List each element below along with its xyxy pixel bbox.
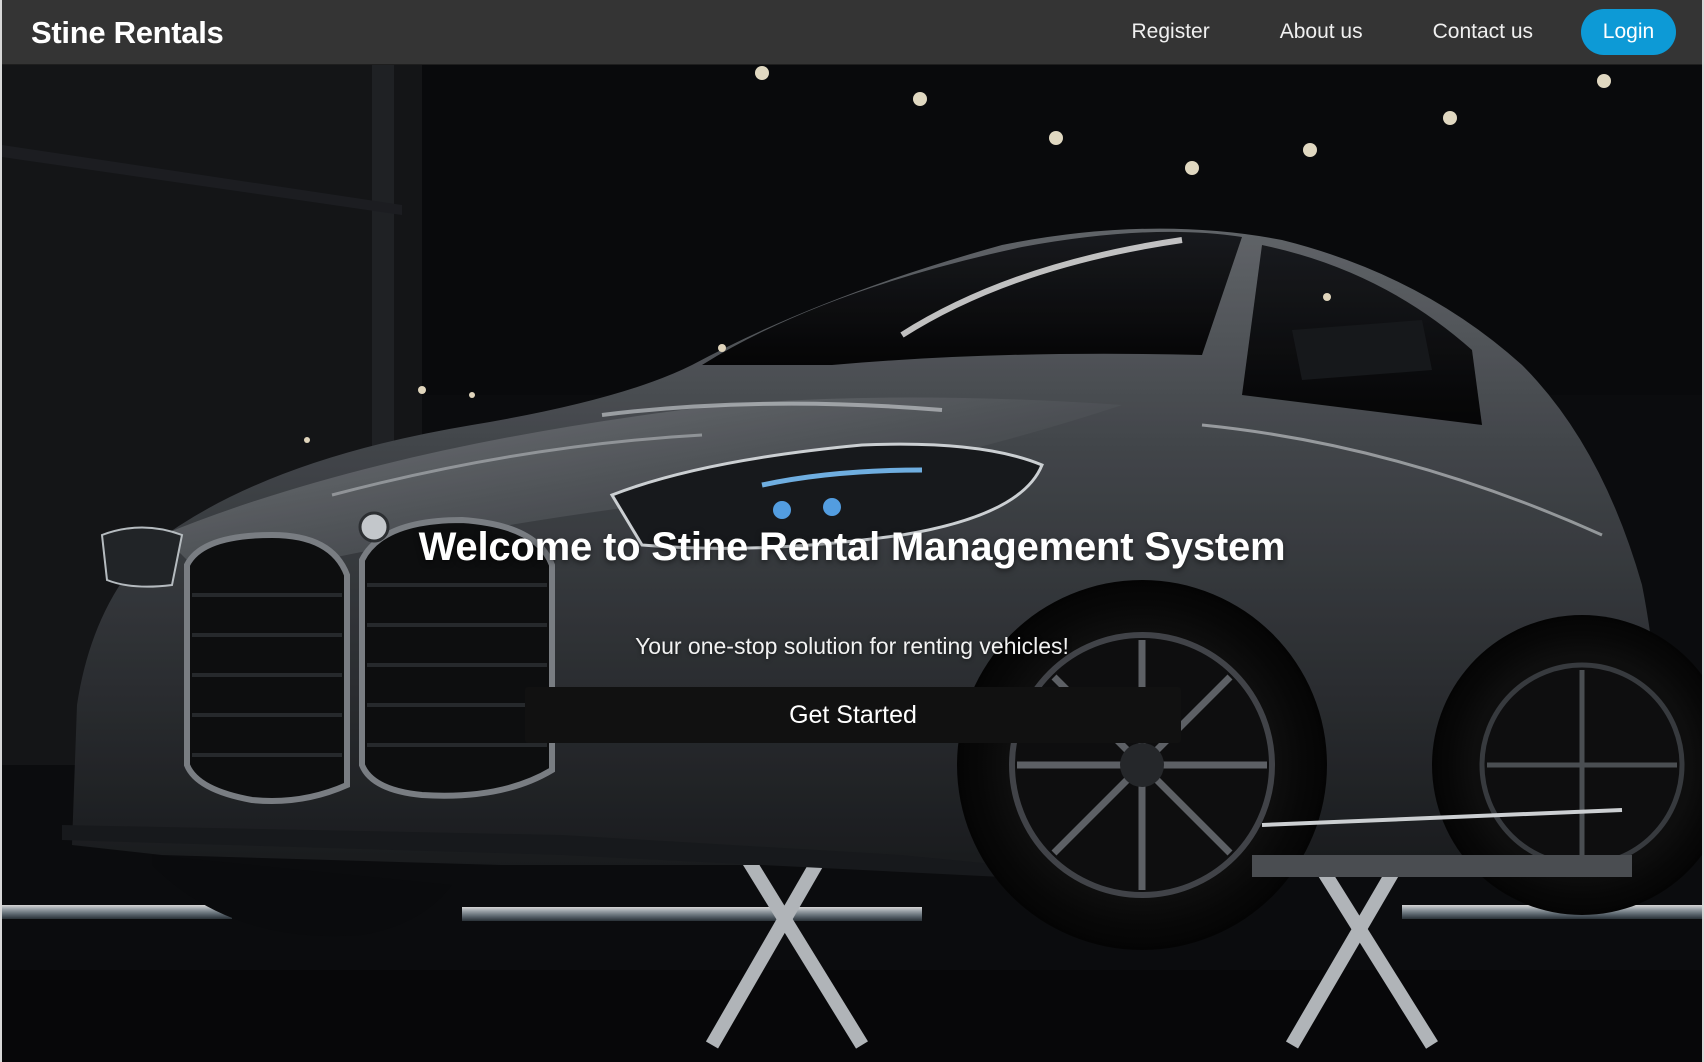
- nav-link-contact-us[interactable]: Contact us: [1433, 20, 1533, 44]
- brand-logo-text[interactable]: Stine Rentals: [31, 15, 224, 51]
- nav-link-about-us[interactable]: About us: [1280, 20, 1363, 44]
- navbar: Stine Rentals Register About us Contact …: [2, 0, 1702, 65]
- landing-page: Stine Rentals Register About us Contact …: [0, 0, 1704, 1062]
- hero-subtitle: Your one-stop solution for renting vehic…: [635, 633, 1069, 659]
- hero-content: Welcome to Stine Rental Management Syste…: [2, 65, 1702, 1062]
- nav-link-register[interactable]: Register: [1132, 20, 1210, 44]
- hero-title: Welcome to Stine Rental Management Syste…: [418, 525, 1286, 569]
- nav-links: Register About us Contact us Login: [1132, 9, 1676, 55]
- login-button[interactable]: Login: [1581, 9, 1676, 55]
- hero-section: Welcome to Stine Rental Management Syste…: [2, 65, 1702, 1062]
- get-started-button[interactable]: Get Started: [525, 687, 1181, 743]
